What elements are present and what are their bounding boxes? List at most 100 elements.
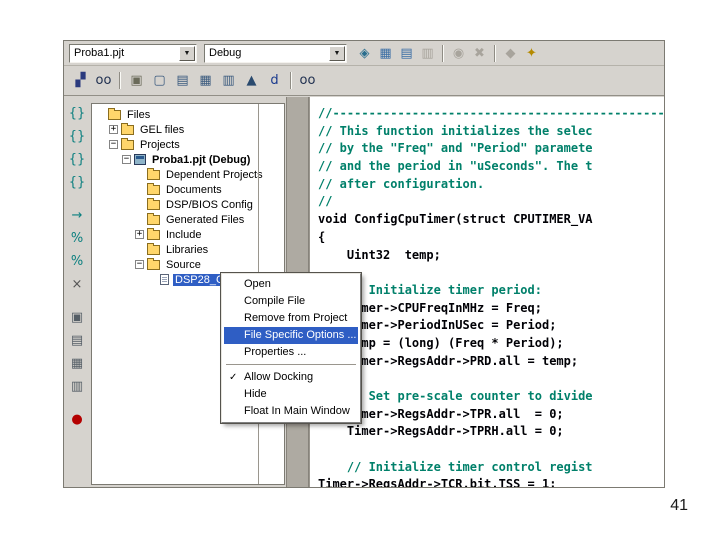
tree-indent-spacer xyxy=(135,189,147,190)
slide: Proba1.pjt ▼ Debug ▼ ◈▦▤▥◉✖◆✦ ▞oo▣▢▤▦▥▲d… xyxy=(0,0,720,540)
code-editor[interactable]: //--------------------------------------… xyxy=(309,97,664,487)
project-combo[interactable]: Proba1.pjt ▼ xyxy=(69,44,197,63)
tree-item-proba1-pjt-debug[interactable]: −Proba1.pjt (Debug) xyxy=(92,152,284,167)
step-into-icon-button[interactable]: {} xyxy=(68,104,87,123)
tree-item-label: Source xyxy=(164,259,203,271)
menu-item-open[interactable]: Open xyxy=(224,276,358,293)
collapse-minus-icon[interactable]: − xyxy=(122,155,131,164)
edit-window-icon-button[interactable]: ▣ xyxy=(68,308,87,327)
scope-icon: ▞ xyxy=(76,74,86,87)
memory-strip-icon-button[interactable]: ▦ xyxy=(68,354,87,373)
chevron-down-icon[interactable]: ▼ xyxy=(179,46,195,61)
menu-separator xyxy=(226,364,356,366)
tree-item-libraries[interactable]: Libraries xyxy=(92,242,284,257)
tree-item-include[interactable]: +Include xyxy=(92,227,284,242)
watch-window-strip-icon-button[interactable]: ▤ xyxy=(68,331,87,350)
collapse-minus-icon[interactable]: − xyxy=(109,140,118,149)
hand-icon-button[interactable]: ◉ xyxy=(449,44,468,63)
build-config-combo[interactable]: Debug ▼ xyxy=(204,44,347,63)
breakpoint-icon-button[interactable]: ● xyxy=(68,410,87,429)
menu-item-label: File Specific Options ... xyxy=(244,329,357,341)
halt-icon: × xyxy=(72,278,83,291)
step-out-icon: {} xyxy=(69,153,86,166)
code-line: // This function initializes the selec xyxy=(318,123,664,141)
page-number: 41 xyxy=(648,497,688,515)
debug-toolbar-strip: {} {} {} {} →%% × ▣ ▤ ▦ ▥ ● xyxy=(64,97,90,487)
toolbar-second: ▞oo▣▢▤▦▥▲doo xyxy=(64,66,664,96)
menu-item-file-specific-options[interactable]: File Specific Options ... xyxy=(224,327,358,344)
step-out-icon-button[interactable]: {} xyxy=(68,150,87,169)
build-config-combo-value: Debug xyxy=(205,47,329,59)
run-icon-button[interactable]: → xyxy=(68,206,87,225)
file-icon xyxy=(160,274,169,285)
tree-item-generated-files[interactable]: Generated Files xyxy=(92,212,284,227)
folder-icon xyxy=(147,245,160,255)
windows-icon-button[interactable]: ▤ xyxy=(172,70,193,91)
chart-icon-button[interactable]: ▲ xyxy=(241,70,262,91)
toolbar-separator xyxy=(290,72,292,89)
clipboard-icon-button[interactable]: ▣ xyxy=(126,70,147,91)
collapse-minus-icon[interactable]: − xyxy=(135,260,144,269)
menu-item-hide[interactable]: Hide xyxy=(224,386,358,403)
expand-plus-icon[interactable]: + xyxy=(109,125,118,134)
wrench-icon-button[interactable]: ✦ xyxy=(522,44,541,63)
dsp-graph-icon-button[interactable]: d xyxy=(264,70,285,91)
hand-icon: ◉ xyxy=(453,47,464,60)
register-strip-icon: ▥ xyxy=(71,380,83,393)
tree-item-dsp-bios-config[interactable]: DSP/BIOS Config xyxy=(92,197,284,212)
menu-item-properties[interactable]: Properties ... xyxy=(224,344,358,361)
memory-window-icon: ▤ xyxy=(400,47,412,60)
search-2-icon-button[interactable]: oo xyxy=(297,70,318,91)
code-line: Timer->CPUFreqInMHz = Freq; xyxy=(318,300,664,318)
tree-item-label: Libraries xyxy=(164,244,210,256)
expand-plus-icon[interactable]: + xyxy=(135,230,144,239)
tree-item-files[interactable]: Files xyxy=(92,107,284,122)
toolbar-top-icons: ◈▦ ▤ ▥ ◉ ✖ ◆✦ xyxy=(354,44,542,63)
memory-window-icon-button[interactable]: ▤ xyxy=(397,44,416,63)
toolbar-second-icons: ▞oo▣▢▤▦▥▲doo xyxy=(69,70,319,91)
chevron-down-icon[interactable]: ▼ xyxy=(329,46,345,61)
menu-item-remove-from-project[interactable]: Remove from Project xyxy=(224,310,358,327)
menu-item-compile-file[interactable]: Compile File xyxy=(224,293,358,310)
code-line: // by the "Freq" and "Period" paramete xyxy=(318,140,664,158)
app-window: Proba1.pjt ▼ Debug ▼ ◈▦▤▥◉✖◆✦ ▞oo▣▢▤▦▥▲d… xyxy=(63,40,665,488)
code-line: Uint32 temp; xyxy=(318,247,664,265)
menu-item-allow-docking[interactable]: ✓Allow Docking xyxy=(224,369,358,386)
code-line: Timer->PeriodInUSec = Period; xyxy=(318,317,664,335)
breakpoint-icon: ● xyxy=(71,413,82,426)
code-line: Timer->RegsAddr->TPRH.all = 0; xyxy=(318,423,664,441)
code-line: void ConfigCpuTimer(struct CPUTIMER_VA xyxy=(318,211,664,229)
tree-item-label: DSP/BIOS Config xyxy=(164,199,255,211)
scope-icon-button[interactable]: ▞ xyxy=(70,70,91,91)
tree-item-dependent-projects[interactable]: Dependent Projects xyxy=(92,167,284,182)
code-line: temp = (long) (Freq * Period); xyxy=(318,335,664,353)
halt-icon-button[interactable]: × xyxy=(68,275,87,294)
toolbar-separator xyxy=(494,45,496,62)
tree-item-projects[interactable]: −Projects xyxy=(92,137,284,152)
sheet-icon-button[interactable]: ▥ xyxy=(218,70,239,91)
main-area: {} {} {} {} →%% × ▣ ▤ ▦ ▥ ● Files+GEL files−Projec… xyxy=(64,97,664,487)
tree-item-gel-files[interactable]: +GEL files xyxy=(92,122,284,137)
probe-point-icon-button[interactable]: ◆ xyxy=(501,44,520,63)
code-line: // Set pre-scale counter to divide xyxy=(318,388,664,406)
tree-item-documents[interactable]: Documents xyxy=(92,182,284,197)
search-icon-button[interactable]: oo xyxy=(93,70,114,91)
grid-icon-button[interactable]: ▦ xyxy=(195,70,216,91)
step-over-icon-button[interactable]: {} xyxy=(68,127,87,146)
toolbar-separator xyxy=(119,72,121,89)
profile-clock-icon-button[interactable]: % xyxy=(68,229,87,248)
menu-item-float-in-main-window[interactable]: Float In Main Window xyxy=(224,403,358,420)
register-window-icon-button[interactable]: ▥ xyxy=(418,44,437,63)
profile-stats-icon-button[interactable]: % xyxy=(68,252,87,271)
code-line: // Initialize timer control regist xyxy=(318,459,664,477)
tree-item-source[interactable]: − Source xyxy=(92,257,284,272)
display-icon-button[interactable]: ▢ xyxy=(149,70,170,91)
watch-window-icon-button[interactable]: ▦ xyxy=(376,44,395,63)
register-strip-icon-button[interactable]: ▥ xyxy=(68,377,87,396)
register-window-icon: ▥ xyxy=(421,47,433,60)
layers-icon-button[interactable]: ◈ xyxy=(355,44,374,63)
run-to-cursor-icon: {} xyxy=(69,176,86,189)
run-to-cursor-icon-button[interactable]: {} xyxy=(68,173,87,192)
delete-icon-button[interactable]: ✖ xyxy=(470,44,489,63)
code-line: { xyxy=(318,229,664,247)
